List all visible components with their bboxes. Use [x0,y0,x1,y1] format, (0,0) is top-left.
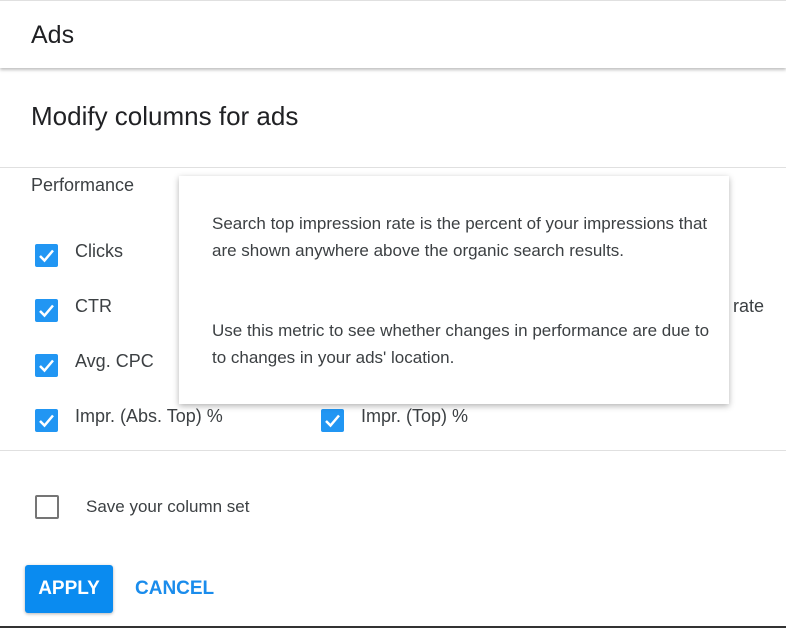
header-title: Ads [31,21,75,49]
check-icon [39,304,54,318]
column-label: Clicks [75,241,123,261]
tooltip: Search top impression rate is the percen… [179,176,729,404]
check-icon [39,249,54,263]
section-heading: Performance [31,175,135,195]
column-label: Impr. (Abs. Top) % [75,406,223,426]
divider [0,167,786,168]
checkbox-impr-top[interactable] [321,409,344,432]
save-column-set-checkbox[interactable] [35,495,59,519]
column-label: Impr. (Top) % [361,406,469,426]
checkbox-clicks[interactable] [35,244,58,267]
cancel-button[interactable]: CANCEL [135,565,214,613]
apply-button[interactable]: APPLY [25,565,113,613]
column-label: CTR [75,296,112,316]
save-column-set-label: Save your column set [86,497,250,516]
dialog-title: Modify columns for ads [31,101,299,131]
tooltip-paragraph: Use this metric to see whether changes i… [212,321,710,367]
column-label: Avg. CPC [75,351,154,371]
check-icon [39,414,54,428]
checkbox-ctr[interactable] [35,299,58,322]
checkbox-impr-abs-top[interactable] [35,409,58,432]
check-icon [325,414,340,428]
divider [0,450,786,451]
app-header: Ads [0,0,786,68]
checkbox-avg-cpc[interactable] [35,354,58,377]
check-icon [39,359,54,373]
tooltip-paragraph: Search top impression rate is the percen… [212,214,708,260]
